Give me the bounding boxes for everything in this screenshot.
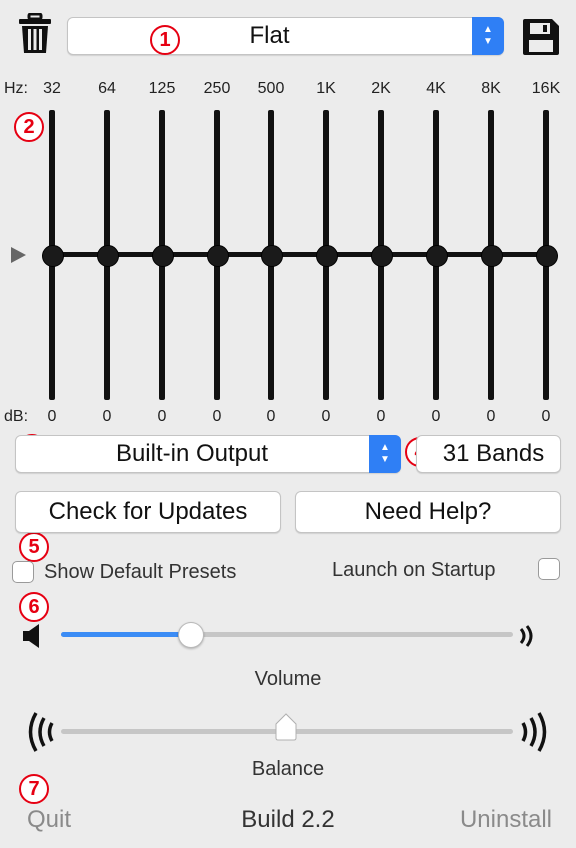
band-freq: 2K bbox=[371, 80, 391, 97]
preamp-indicator-icon bbox=[11, 247, 26, 263]
hz-label: Hz: bbox=[4, 80, 28, 97]
marker-1: 1 bbox=[150, 25, 180, 55]
output-device-select[interactable]: Built-in Output ▲ ▼ bbox=[15, 435, 401, 473]
band-db-value: 0 bbox=[541, 408, 551, 425]
balance-label: Balance bbox=[251, 758, 325, 780]
band-slider-knob[interactable] bbox=[426, 245, 448, 267]
check-updates-button[interactable]: Check for Updates bbox=[15, 491, 281, 533]
launch-on-startup-label: Launch on Startup bbox=[332, 559, 496, 581]
band-freq: 64 bbox=[98, 80, 116, 97]
band-db-value: 0 bbox=[47, 408, 57, 425]
band-slider-knob[interactable] bbox=[97, 245, 119, 267]
band-slider-knob[interactable] bbox=[481, 245, 503, 267]
band-freq: 500 bbox=[257, 80, 285, 97]
band-db-value: 0 bbox=[376, 408, 386, 425]
band-db-value: 0 bbox=[431, 408, 441, 425]
volume-label: Volume bbox=[254, 668, 322, 690]
need-help-label: Need Help? bbox=[364, 498, 492, 525]
speaker-low-icon bbox=[21, 622, 49, 650]
band-slider-knob[interactable] bbox=[536, 245, 558, 267]
trash-icon[interactable] bbox=[17, 12, 53, 55]
band-freq: 16K bbox=[531, 80, 561, 97]
balance-right-icon bbox=[517, 710, 553, 754]
band-slider-knob[interactable] bbox=[261, 245, 283, 267]
marker-6: 6 bbox=[19, 592, 49, 622]
band-freq: 250 bbox=[203, 80, 231, 97]
band-db-value: 0 bbox=[321, 408, 331, 425]
speaker-high-icon bbox=[518, 622, 538, 650]
show-default-presets-label: Show Default Presets bbox=[44, 561, 237, 583]
band-freq: 4K bbox=[426, 80, 446, 97]
bands-button[interactable]: 31 Bands bbox=[416, 435, 561, 473]
band-slider-knob[interactable] bbox=[207, 245, 229, 267]
eq-center-line bbox=[48, 252, 550, 257]
volume-knob[interactable] bbox=[178, 622, 204, 648]
balance-left-icon bbox=[22, 710, 58, 754]
band-slider-knob[interactable] bbox=[316, 245, 338, 267]
band-freq: 8K bbox=[481, 80, 501, 97]
need-help-button[interactable]: Need Help? bbox=[295, 491, 561, 533]
band-db-value: 0 bbox=[212, 408, 222, 425]
marker-5: 5 bbox=[19, 532, 49, 562]
volume-track[interactable] bbox=[61, 632, 513, 637]
show-default-presets-checkbox[interactable] bbox=[12, 561, 34, 583]
check-updates-label: Check for Updates bbox=[48, 498, 248, 525]
band-freq: 125 bbox=[148, 80, 176, 97]
volume-fill bbox=[61, 632, 190, 637]
band-db-value: 0 bbox=[486, 408, 496, 425]
preset-value: Flat bbox=[249, 22, 290, 49]
band-slider-knob[interactable] bbox=[42, 245, 64, 267]
band-db-value: 0 bbox=[102, 408, 112, 425]
launch-on-startup-checkbox[interactable] bbox=[538, 558, 560, 580]
marker-2: 2 bbox=[14, 112, 44, 142]
select-arrows-icon: ▲ ▼ bbox=[472, 17, 504, 55]
band-db-value: 0 bbox=[157, 408, 167, 425]
db-label: dB: bbox=[4, 408, 29, 425]
balance-knob[interactable] bbox=[274, 713, 298, 741]
band-db-value: 0 bbox=[266, 408, 276, 425]
uninstall-button[interactable]: Uninstall bbox=[460, 806, 552, 834]
preset-select[interactable]: Flat ▲ ▼ bbox=[67, 17, 504, 55]
band-freq: 1K bbox=[316, 80, 336, 97]
save-icon[interactable] bbox=[521, 17, 561, 57]
output-device-value: Built-in Output bbox=[115, 440, 269, 467]
band-freq: 32 bbox=[43, 80, 61, 97]
bands-button-label: 31 Bands bbox=[442, 440, 545, 467]
select-arrows-icon: ▲ ▼ bbox=[369, 435, 401, 473]
band-slider-knob[interactable] bbox=[152, 245, 174, 267]
band-slider-knob[interactable] bbox=[371, 245, 393, 267]
